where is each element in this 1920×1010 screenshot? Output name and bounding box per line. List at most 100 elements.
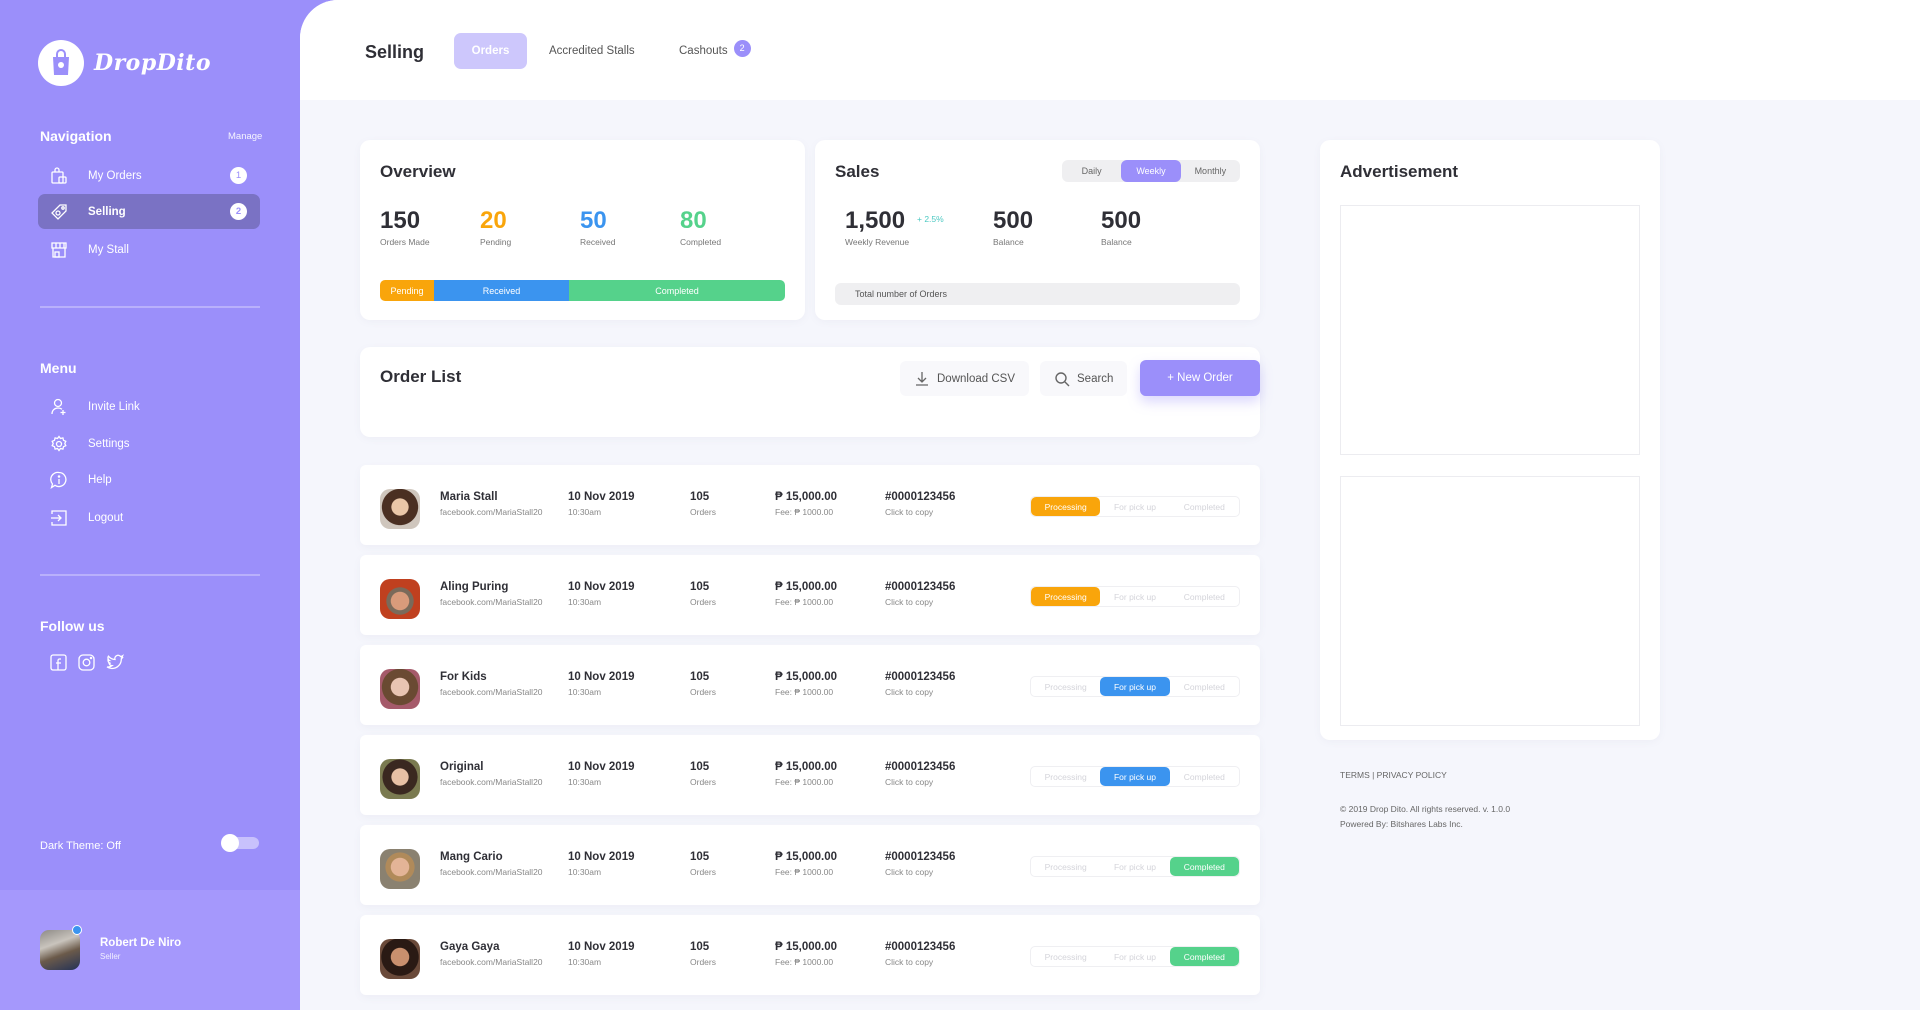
sidebar-item-my-orders[interactable]: My Orders 1 (38, 158, 260, 193)
shopping-bag-icon (49, 166, 69, 186)
copy-label: Click to copy (885, 507, 934, 517)
order-id[interactable]: #0000123456 Click to copy (885, 581, 955, 607)
footer-copyright: © 2019 Drop Dito. All rights reserved. v… (1340, 802, 1510, 832)
order-id[interactable]: #0000123456 Click to copy (885, 491, 955, 517)
facebook-icon[interactable] (50, 654, 67, 671)
stall-avatar (380, 849, 420, 889)
tag-icon (49, 202, 69, 222)
stall-link[interactable]: facebook.com/MariaStall20 (440, 597, 543, 607)
help-chat-icon (49, 470, 69, 490)
new-order-button[interactable]: + New Order (1140, 360, 1260, 396)
order-id-value: #0000123456 (885, 671, 956, 683)
orders-count: 105 (690, 941, 710, 953)
user-avatar[interactable] (40, 930, 80, 970)
period-daily[interactable]: Daily (1062, 160, 1121, 182)
order-id[interactable]: #0000123456 Click to copy (885, 851, 955, 877)
order-row[interactable]: For Kids facebook.com/MariaStall20 10 No… (360, 645, 1260, 725)
tab-label: Cashouts (679, 45, 728, 57)
order-date: 10 Nov 2019 10:30am (568, 761, 635, 787)
status-selector: Processing For pick up Completed (1030, 946, 1240, 967)
period-monthly[interactable]: Monthly (1181, 160, 1240, 182)
order-row[interactable]: Aling Puring facebook.com/MariaStall20 1… (360, 555, 1260, 635)
stall-info: Gaya Gaya facebook.com/MariaStall20 (440, 941, 543, 967)
status-option-processing[interactable]: Processing (1031, 767, 1100, 786)
orders-count: 105 (690, 851, 710, 863)
status-option-completed[interactable]: Completed (1170, 587, 1239, 606)
sidebar-item-invite-link[interactable]: Invite Link (38, 389, 260, 424)
manage-link[interactable]: Manage (228, 131, 262, 142)
time: 10:30am (568, 957, 602, 967)
dark-theme-toggle[interactable] (221, 834, 259, 852)
stat-label: Pending (480, 237, 512, 247)
instagram-icon[interactable] (78, 654, 95, 671)
date: 10 Nov 2019 (568, 581, 635, 593)
stat-value: 20 (480, 207, 507, 234)
download-icon (916, 371, 928, 386)
date: 10 Nov 2019 (568, 851, 635, 863)
nav-label: Logout (88, 511, 124, 524)
stall-link[interactable]: facebook.com/MariaStall20 (440, 867, 543, 877)
status-option-for-pick-up[interactable]: For pick up (1100, 677, 1170, 696)
order-id[interactable]: #0000123456 Click to copy (885, 761, 955, 787)
status-option-completed[interactable]: Completed (1170, 767, 1239, 786)
stat-pending: 20 Pending (480, 207, 512, 248)
status-option-for-pick-up[interactable]: For pick up (1100, 497, 1169, 516)
status-option-completed[interactable]: Completed (1170, 497, 1239, 516)
tab-cashouts[interactable]: Cashouts 2 (679, 33, 751, 69)
order-amount: ₱ 15,000.00 Fee: ₱ 1000.00 (775, 671, 837, 697)
order-date: 10 Nov 2019 10:30am (568, 671, 635, 697)
status-option-processing[interactable]: Processing (1031, 587, 1101, 606)
dark-theme-row: Dark Theme: Off (40, 834, 260, 852)
stall-link[interactable]: facebook.com/MariaStall20 (440, 957, 543, 967)
status-option-for-pick-up[interactable]: For pick up (1100, 767, 1170, 786)
stat-label: Balance (1101, 237, 1132, 247)
footer-links[interactable]: TERMS | PRIVACY POLICY (1340, 770, 1447, 780)
status-option-processing[interactable]: Processing (1031, 947, 1100, 966)
time: 10:30am (568, 597, 602, 607)
status-option-for-pick-up[interactable]: For pick up (1100, 857, 1169, 876)
tab-orders[interactable]: Orders (454, 33, 527, 69)
status-option-completed[interactable]: Completed (1170, 677, 1239, 696)
status-option-completed[interactable]: Completed (1169, 857, 1239, 876)
stat-label: Orders Made (380, 237, 430, 247)
orders-label: Orders (690, 507, 716, 517)
order-row[interactable]: Mang Cario facebook.com/MariaStall20 10 … (360, 825, 1260, 905)
sidebar-item-help[interactable]: Help (38, 462, 260, 497)
order-row[interactable]: Maria Stall facebook.com/MariaStall20 10… (360, 465, 1260, 545)
order-id[interactable]: #0000123456 Click to copy (885, 941, 955, 967)
stall-link[interactable]: facebook.com/MariaStall20 (440, 687, 543, 697)
stat-completed: 80 Completed (680, 208, 721, 248)
order-id[interactable]: #0000123456 Click to copy (885, 671, 955, 697)
status-option-completed[interactable]: Completed (1169, 947, 1239, 966)
stall-link[interactable]: facebook.com/MariaStall20 (440, 507, 543, 517)
twitter-icon[interactable] (106, 654, 124, 671)
search-button[interactable]: Search (1040, 361, 1128, 396)
top-bar: Selling Orders Accredited Stalls Cashout… (300, 0, 1920, 100)
status-option-for-pick-up[interactable]: For pick up (1100, 947, 1169, 966)
advertisement-title: Advertisement (1340, 162, 1459, 181)
ad-slot[interactable] (1340, 476, 1640, 726)
ad-slot[interactable] (1340, 205, 1640, 455)
sidebar-item-logout[interactable]: Logout (38, 500, 260, 535)
order-row[interactable]: Original facebook.com/MariaStall20 10 No… (360, 735, 1260, 815)
logo[interactable]: DropDito (38, 40, 211, 86)
stall-link[interactable]: facebook.com/MariaStall20 (440, 777, 543, 787)
order-amount: ₱ 15,000.00 Fee: ₱ 1000.00 (775, 491, 837, 517)
order-row[interactable]: Gaya Gaya facebook.com/MariaStall20 10 N… (360, 915, 1260, 995)
copy-label: Click to copy (885, 867, 934, 877)
status-selector: Processing For pick up Completed (1030, 676, 1240, 697)
status-option-processing[interactable]: Processing (1031, 497, 1101, 516)
sidebar-item-selling[interactable]: Selling 2 (38, 194, 260, 229)
status-option-for-pick-up[interactable]: For pick up (1100, 587, 1169, 606)
user-name[interactable]: Robert De Niro (100, 937, 181, 949)
orders-count: 105 (690, 671, 710, 683)
status-option-processing[interactable]: Processing (1031, 677, 1100, 696)
sidebar-item-my-stall[interactable]: My Stall (38, 232, 260, 267)
nav-label: Settings (88, 437, 130, 450)
status-option-processing[interactable]: Processing (1031, 857, 1100, 876)
sidebar-item-settings[interactable]: Settings (38, 426, 260, 461)
tab-accredited-stalls[interactable]: Accredited Stalls (549, 33, 635, 69)
download-csv-button[interactable]: Download CSV (900, 361, 1029, 396)
period-weekly[interactable]: Weekly (1121, 160, 1181, 182)
stat-weekly-revenue: 1,500 + 2.5% Weekly Revenue (845, 208, 944, 248)
